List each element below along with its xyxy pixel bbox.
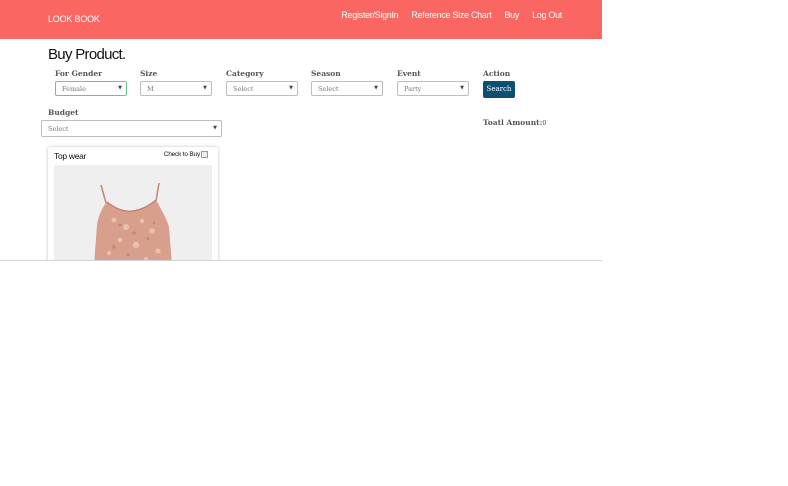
- gender-select[interactable]: Female ▼: [55, 81, 127, 96]
- navbar: LOOK BOOK Register/SignIn Reference Size…: [0, 0, 602, 39]
- browser-viewport: LOOK BOOK Register/SignIn Reference Size…: [0, 0, 602, 261]
- total-amount-label: Toatl Amount:: [483, 118, 543, 127]
- nav-link-buy[interactable]: Buy: [504, 10, 519, 20]
- nav-links: Register/SignIn Reference Size Chart Buy…: [341, 10, 562, 20]
- chevron-down-icon: ▼: [213, 125, 217, 131]
- budget-select[interactable]: Select ▼: [41, 120, 222, 137]
- size-select-value: M: [147, 85, 154, 93]
- category-select-value: Select: [233, 85, 254, 93]
- event-select[interactable]: Party ▼: [397, 81, 469, 96]
- total-amount: Toatl Amount:0: [483, 118, 547, 127]
- nav-link-register[interactable]: Register/SignIn: [341, 10, 398, 20]
- nav-link-logout[interactable]: Log Out: [532, 10, 562, 20]
- action-label: Action: [483, 69, 511, 78]
- chevron-down-icon: ▼: [289, 85, 293, 91]
- total-amount-value: 0: [542, 119, 547, 127]
- season-select[interactable]: Select ▼: [311, 81, 383, 96]
- check-to-buy-label: Check to Buy: [163, 151, 200, 159]
- nav-link-size-chart[interactable]: Reference Size Chart: [411, 10, 491, 20]
- brand-logo[interactable]: LOOK BOOK: [48, 14, 100, 24]
- search-button[interactable]: Search: [483, 81, 515, 98]
- chevron-down-icon: ▼: [460, 85, 464, 91]
- size-label: Size: [140, 69, 158, 78]
- pink-camisole-icon: [94, 182, 172, 260]
- check-to-buy-checkbox[interactable]: [201, 151, 208, 158]
- budget-select-value: Select: [48, 125, 69, 133]
- product-card: Top wear Check to Buy: [48, 147, 218, 260]
- category-label: Category: [226, 69, 264, 78]
- chevron-down-icon: ▼: [374, 85, 378, 91]
- gender-label: For Gender: [55, 69, 103, 78]
- product-title: Top wear: [54, 151, 87, 161]
- product-image: [54, 165, 212, 260]
- budget-label: Budget: [48, 108, 79, 117]
- gender-select-value: Female: [62, 85, 86, 93]
- check-to-buy[interactable]: Check to Buy: [164, 151, 208, 158]
- season-label: Season: [311, 69, 341, 78]
- season-select-value: Select: [318, 85, 339, 93]
- chevron-down-icon: ▼: [203, 85, 207, 91]
- page-title: Buy Product.: [48, 46, 126, 63]
- event-select-value: Party: [404, 85, 422, 93]
- event-label: Event: [397, 69, 421, 78]
- chevron-down-icon: ▼: [118, 85, 122, 91]
- size-select[interactable]: M ▼: [140, 81, 212, 96]
- category-select[interactable]: Select ▼: [226, 81, 298, 96]
